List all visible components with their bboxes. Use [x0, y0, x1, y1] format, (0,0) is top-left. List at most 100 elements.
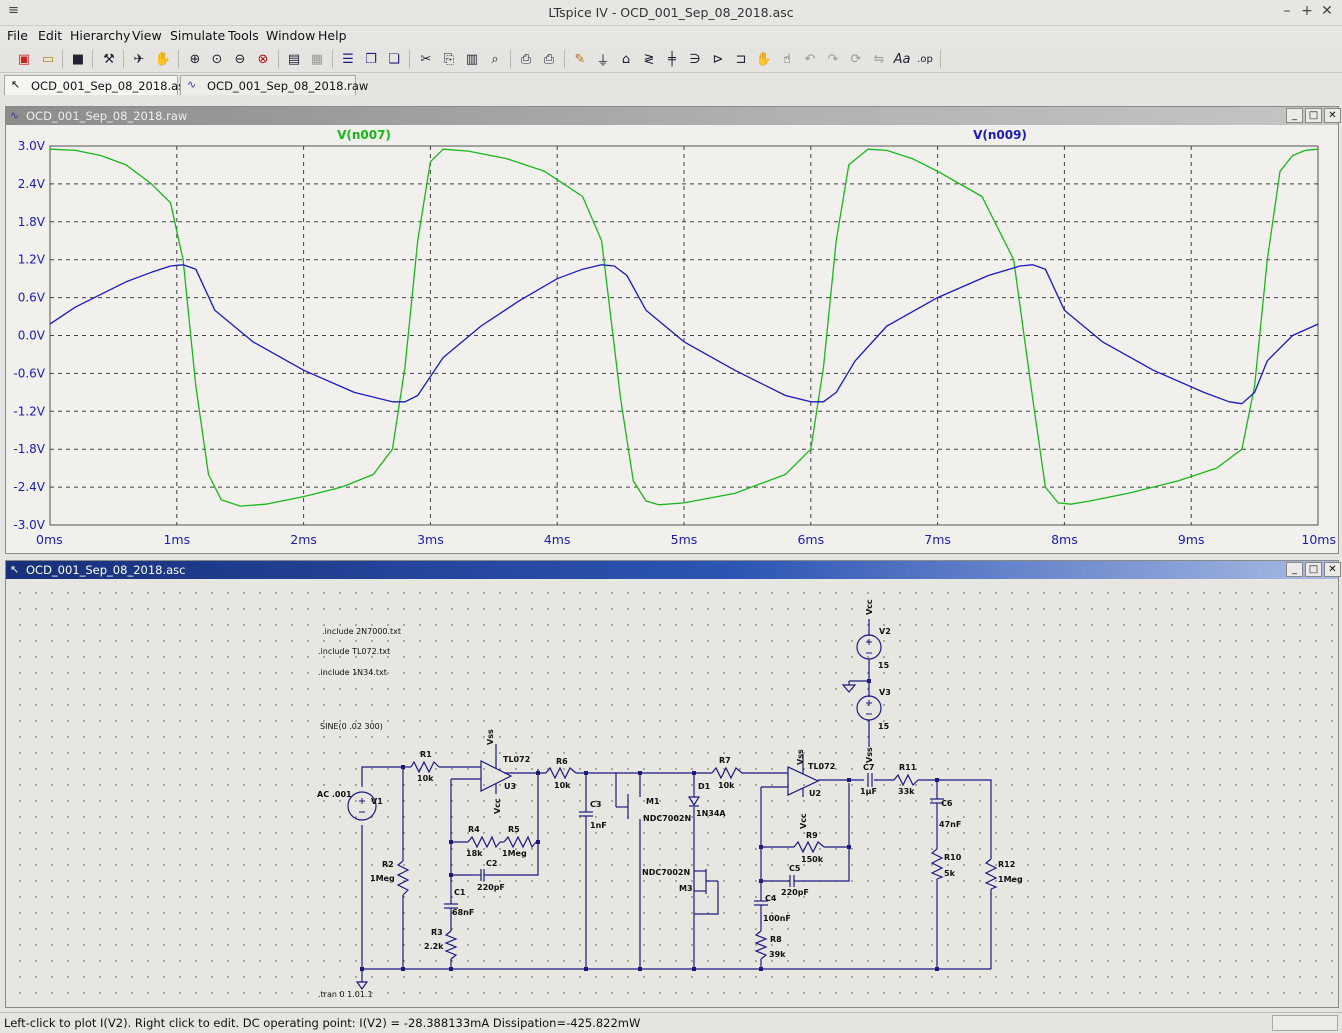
label-r2[interactable]: R2: [382, 860, 394, 869]
mosfet-m3[interactable]: [693, 870, 706, 892]
waveform-maximize-button[interactable]: □: [1305, 108, 1322, 123]
label-c4-value[interactable]: 100nF: [763, 914, 791, 923]
capacitor-c2[interactable]: [474, 869, 490, 881]
waveform-plot[interactable]: 0ms 1ms 2ms 3ms 4ms 5ms 6ms 7ms 8ms 9ms 10ms 3.0V 2.…: [6, 125, 1338, 553]
label-net-vcc[interactable]: Vcc: [865, 599, 874, 615]
label-r8-value[interactable]: 39k: [769, 950, 786, 959]
waveform-close-button[interactable]: ✕: [1324, 108, 1341, 123]
print-preview-icon[interactable]: ⎙: [516, 49, 536, 69]
diode-icon[interactable]: ⊳: [708, 49, 728, 69]
diode-d1[interactable]: [687, 796, 701, 807]
label-r12[interactable]: R12: [998, 860, 1015, 869]
label-c3[interactable]: C3: [590, 800, 601, 809]
label-net-icon[interactable]: ⌂: [616, 49, 636, 69]
label-u2-vss[interactable]: Vss: [796, 749, 805, 765]
tab-schematic[interactable]: ↖ OCD_001_Sep_08_2018.asc: [4, 75, 190, 95]
trace-label-vn009[interactable]: V(n009): [973, 128, 1027, 142]
label-m1[interactable]: M1: [646, 797, 660, 806]
label-r8[interactable]: R8: [770, 935, 782, 944]
label-c6[interactable]: C6: [941, 799, 953, 808]
label-v1-value[interactable]: AC .001: [317, 790, 352, 799]
tab-waveform[interactable]: ∿ OCD_001_Sep_08_2018.raw: [180, 75, 368, 95]
resistor-r6[interactable]: [545, 766, 577, 780]
label-c5-value[interactable]: 220pF: [781, 888, 809, 897]
open-icon[interactable]: ▭: [38, 49, 58, 69]
label-m3[interactable]: M3: [679, 884, 693, 893]
zoom-full-icon[interactable]: ▦: [307, 49, 327, 69]
schematic-window-titlebar[interactable]: ↖ OCD_001_Sep_08_2018.asc: [6, 561, 1338, 579]
label-u2-vcc[interactable]: Vcc: [799, 813, 808, 829]
label-u3-vcc[interactable]: Vcc: [493, 798, 502, 814]
label-r10-value[interactable]: 5k: [944, 869, 956, 878]
draw-wire-icon[interactable]: ✎: [570, 49, 590, 69]
find-icon[interactable]: ⌕: [485, 49, 505, 69]
menu-help[interactable]: Help: [318, 28, 347, 43]
pan-icon[interactable]: ⊙: [207, 49, 227, 69]
label-c1[interactable]: C1: [454, 888, 466, 897]
menu-view[interactable]: View: [132, 28, 162, 43]
label-m3-model[interactable]: NDC7002N: [642, 868, 690, 877]
label-r3-value[interactable]: 2.2k: [424, 942, 444, 951]
plot-area[interactable]: 0ms 1ms 2ms 3ms 4ms 5ms 6ms 7ms 8ms 9ms 10ms 3.0V 2.…: [6, 125, 1338, 553]
new-schematic-icon[interactable]: ▣: [14, 49, 34, 69]
label-r7-value[interactable]: 10k: [718, 781, 735, 790]
cut-icon[interactable]: ✂: [416, 49, 436, 69]
resistor-r11[interactable]: [893, 773, 919, 787]
save-icon[interactable]: ■: [68, 49, 88, 69]
zoom-in-icon[interactable]: ⊕: [185, 49, 205, 69]
label-c5[interactable]: C5: [789, 864, 801, 873]
resistor-r5[interactable]: [503, 835, 537, 849]
label-c7[interactable]: C7: [863, 763, 874, 772]
label-r1[interactable]: R1: [420, 750, 432, 759]
zoom-cancel-icon[interactable]: ⊗: [253, 49, 273, 69]
resistor-r4[interactable]: [467, 835, 501, 849]
paste-icon[interactable]: ▥: [462, 49, 482, 69]
label-u3-model[interactable]: TL072: [503, 755, 530, 764]
label-m1-model[interactable]: NDC7002N: [643, 814, 691, 823]
label-r6[interactable]: R6: [556, 757, 568, 766]
spice-directive-icon[interactable]: .op: [915, 49, 935, 69]
label-c1-value[interactable]: 68nF: [452, 908, 474, 917]
label-c6-value[interactable]: 47nF: [939, 820, 961, 829]
copy-icon[interactable]: ⎘: [439, 49, 459, 69]
zoom-out-icon[interactable]: ⊖: [230, 49, 250, 69]
menu-edit[interactable]: Edit: [38, 28, 62, 43]
label-d1[interactable]: D1: [698, 782, 711, 791]
resistor-r9[interactable]: [793, 840, 825, 854]
directive-include-2n7000[interactable]: .include 2N7000.txt: [322, 627, 401, 636]
tile-vertical-icon[interactable]: ❏: [384, 49, 404, 69]
label-r12-value[interactable]: 1Meg: [998, 875, 1023, 884]
label-u3-vss[interactable]: Vss: [486, 729, 495, 745]
component-icon[interactable]: ⊐: [731, 49, 751, 69]
label-v1[interactable]: V1: [371, 797, 383, 806]
inductor-icon[interactable]: ∋: [685, 49, 705, 69]
directive-include-tl072[interactable]: .include TL072.txt: [318, 647, 390, 656]
label-v2-value[interactable]: 15: [878, 661, 890, 670]
cascade-icon[interactable]: ❐: [361, 49, 381, 69]
text-icon[interactable]: Aa: [892, 49, 912, 69]
capacitor-c5[interactable]: [786, 875, 798, 887]
label-r3[interactable]: R3: [431, 928, 443, 937]
resistor-r3[interactable]: [444, 930, 458, 960]
resistor-r2[interactable]: [396, 860, 410, 896]
source-spec[interactable]: SINE(0 .02 300): [320, 722, 383, 731]
label-r7[interactable]: R7: [719, 756, 731, 765]
schematic-maximize-button[interactable]: □: [1305, 562, 1322, 577]
schematic-close-button[interactable]: ✕: [1324, 562, 1341, 577]
label-r5-value[interactable]: 1Meg: [502, 849, 527, 858]
halt-icon[interactable]: ✋: [153, 49, 173, 69]
schematic-minimize-button[interactable]: _: [1286, 562, 1303, 577]
run-icon[interactable]: ✈: [129, 49, 149, 69]
label-r11[interactable]: R11: [899, 763, 917, 772]
label-net-vss[interactable]: Vss: [865, 747, 874, 763]
schematic-drawing[interactable]: .include 2N7000.txt .include TL072.txt .…: [6, 579, 1338, 1007]
label-v2[interactable]: V2: [879, 627, 891, 636]
resistor-r12[interactable]: [984, 858, 998, 890]
menu-tools[interactable]: Tools: [228, 28, 259, 43]
label-c7-value[interactable]: 1µF: [860, 787, 877, 796]
label-u3[interactable]: U3: [504, 782, 516, 791]
resistor-icon[interactable]: ≷: [639, 49, 659, 69]
control-panel-icon[interactable]: ⚒: [99, 49, 119, 69]
label-c3-value[interactable]: 1nF: [590, 821, 607, 830]
label-u2-model[interactable]: TL072: [808, 762, 835, 771]
